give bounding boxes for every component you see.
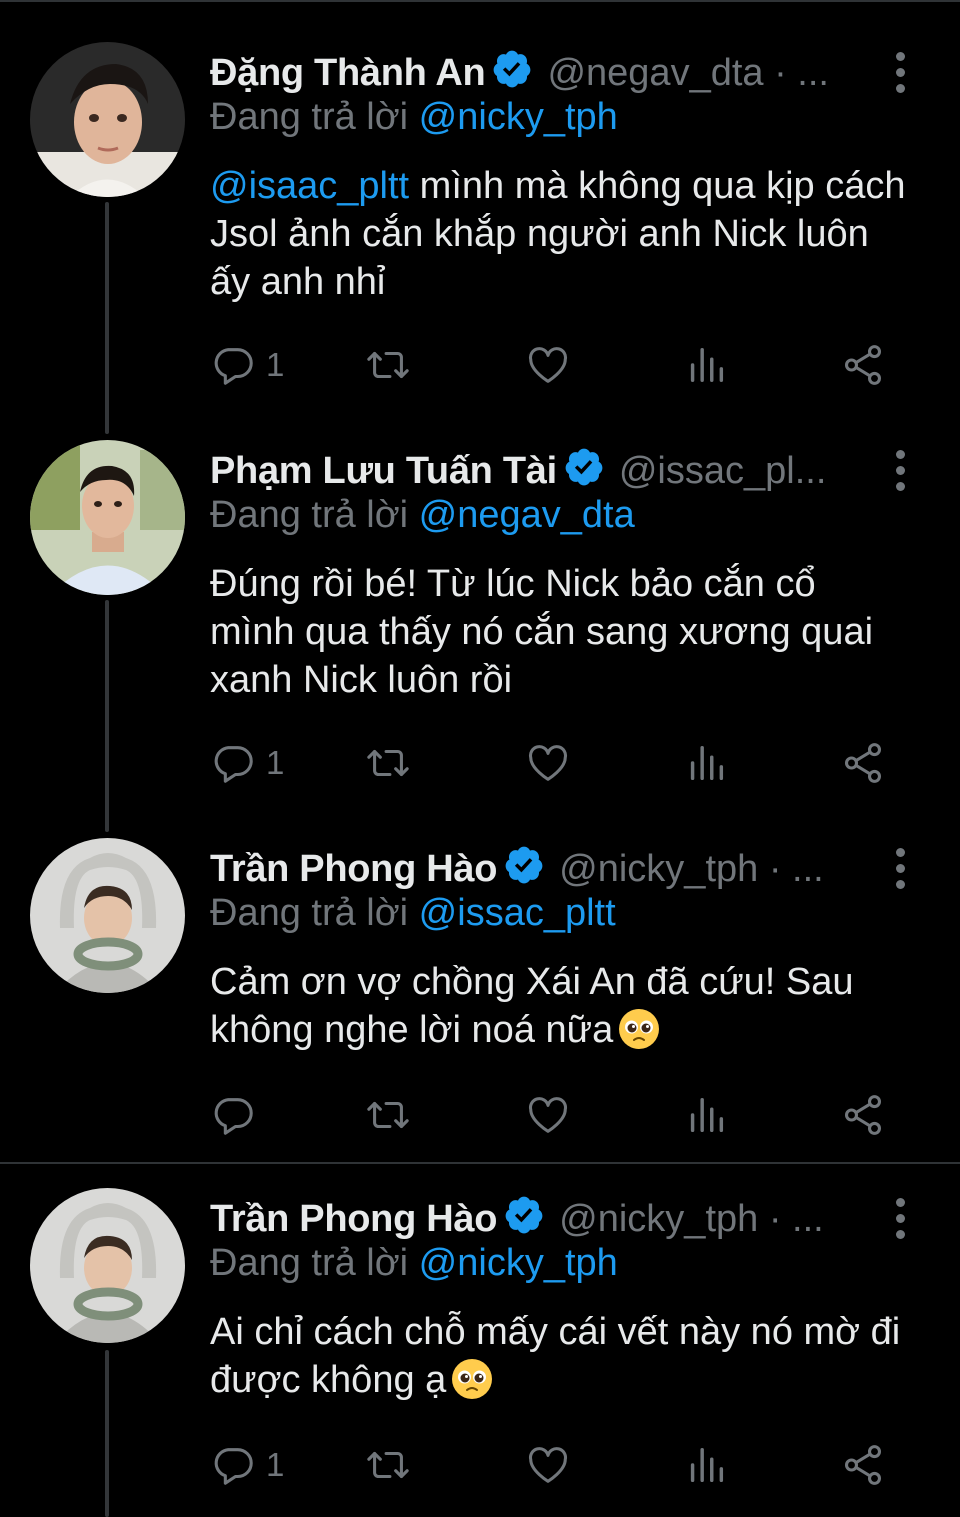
tweet[interactable]: Đặng Thành An @negav_dta · ... Đang trả l… — [0, 42, 960, 402]
user-handle[interactable]: @issac_pl... — [619, 450, 827, 492]
speech-bubble-icon — [214, 348, 253, 385]
tweet-text: Đúng rồi bé! Từ lúc Nick bảo cắn cổ mình… — [210, 560, 910, 704]
tweet-actions: 1 — [210, 340, 890, 390]
like-button[interactable] — [525, 1090, 571, 1140]
like-button[interactable] — [525, 340, 571, 390]
tweet-actions: 1 — [210, 738, 890, 788]
replying-to-label: Đang trả lời — [210, 1242, 409, 1284]
verified-badge-icon — [503, 844, 545, 886]
user-handle[interactable]: @negav_dta · ... — [547, 52, 829, 94]
speech-bubble-icon — [214, 746, 253, 783]
retweet-icon — [367, 1451, 409, 1479]
retweet-button[interactable] — [365, 738, 411, 788]
retweet-button[interactable] — [365, 1440, 411, 1490]
like-button[interactable] — [525, 1440, 571, 1490]
verified-badge-icon — [503, 1194, 545, 1236]
reply-to-mention[interactable]: @nicky_tph — [419, 96, 618, 138]
bar-chart-icon — [690, 347, 724, 383]
speech-bubble-icon — [214, 1448, 253, 1485]
more-vertical-icon[interactable] — [890, 1198, 910, 1246]
tweet-text-content: Cảm ơn vợ chồng Xái An đã cứu! Sau không… — [210, 961, 854, 1051]
replying-to-label: Đang trả lời — [210, 892, 409, 934]
heart-icon — [528, 347, 568, 383]
bar-chart-icon — [690, 1097, 724, 1133]
reply-to-mention[interactable]: @negav_dta — [419, 494, 635, 536]
share-button[interactable] — [840, 738, 886, 788]
share-button[interactable] — [840, 1440, 886, 1490]
more-vertical-icon[interactable] — [890, 450, 910, 498]
reply-count: 1 — [266, 1446, 285, 1483]
tweet-text-content: Ai chỉ cách chỗ mấy cái vết này nó mờ đi… — [210, 1311, 901, 1401]
thread-separator — [0, 1162, 960, 1164]
tweet-text-content: Đúng rồi bé! Từ lúc Nick bảo cắn cổ mình… — [210, 563, 874, 701]
reply-count: 1 — [266, 346, 285, 383]
replying-to: Đang trả lời @nicky_tph — [210, 96, 618, 139]
retweet-icon — [367, 749, 409, 777]
views-button[interactable] — [683, 1440, 729, 1490]
tweet-text: Cảm ơn vợ chồng Xái An đã cứu! Sau không… — [210, 958, 910, 1054]
more-vertical-icon[interactable] — [890, 52, 910, 100]
display-name[interactable]: Trần Phong Hào — [210, 1198, 497, 1240]
share-button[interactable] — [840, 1090, 886, 1140]
replying-to-label: Đang trả lời — [210, 96, 409, 138]
share-button[interactable] — [840, 340, 886, 390]
verified-badge-icon — [491, 48, 533, 90]
like-button[interactable] — [525, 738, 571, 788]
views-button[interactable] — [683, 738, 729, 788]
more-vertical-icon[interactable] — [890, 848, 910, 896]
tweet-text: @isaac_pltt mình mà không qua kịp cách J… — [210, 162, 910, 306]
display-name[interactable]: Trần Phong Hào — [210, 848, 497, 890]
retweet-button[interactable] — [365, 340, 411, 390]
bar-chart-icon — [690, 745, 724, 781]
share-icon — [844, 743, 882, 783]
display-name[interactable]: Đặng Thành An — [210, 52, 486, 94]
avatar[interactable] — [30, 1188, 185, 1343]
replying-to: Đang trả lời @negav_dta — [210, 494, 635, 537]
retweet-icon — [367, 351, 409, 379]
user-handle[interactable]: @nicky_tph · ... — [559, 1198, 824, 1240]
reply-button[interactable]: 1 — [210, 1440, 284, 1490]
reply-button[interactable] — [210, 1090, 266, 1140]
tweet-actions: 1 — [210, 1440, 890, 1490]
avatar[interactable] — [30, 838, 185, 993]
user-handle[interactable]: @nicky_tph · ... — [559, 848, 824, 890]
retweet-icon — [367, 1101, 409, 1129]
reply-button[interactable]: 1 — [210, 738, 284, 788]
retweet-button[interactable] — [365, 1090, 411, 1140]
heart-icon — [528, 1447, 568, 1483]
reply-count: 1 — [266, 744, 285, 781]
replying-to: Đang trả lời @issac_pltt — [210, 892, 616, 935]
pleading-face-emoji-icon — [617, 1007, 661, 1051]
pleading-face-emoji-icon — [450, 1357, 494, 1401]
views-button[interactable] — [683, 1090, 729, 1140]
avatar[interactable] — [30, 440, 185, 595]
avatar[interactable] — [30, 42, 185, 197]
heart-icon — [528, 1097, 568, 1133]
text-mention[interactable]: @isaac_pltt — [210, 165, 409, 207]
replying-to-label: Đang trả lời — [210, 494, 409, 536]
reply-button[interactable]: 1 — [210, 340, 284, 390]
display-name[interactable]: Phạm Lưu Tuấn Tài — [210, 450, 557, 492]
top-divider — [0, 0, 960, 2]
views-button[interactable] — [683, 340, 729, 390]
reply-to-mention[interactable]: @issac_pltt — [419, 892, 616, 934]
share-icon — [844, 1445, 882, 1485]
share-icon — [844, 1095, 882, 1135]
reply-to-mention[interactable]: @nicky_tph — [419, 1242, 618, 1284]
replying-to: Đang trả lời @nicky_tph — [210, 1242, 618, 1285]
share-icon — [844, 345, 882, 385]
tweet[interactable]: Trần Phong Hào @nicky_tph · ... Đang trả … — [0, 838, 960, 1148]
verified-badge-icon — [563, 446, 605, 488]
heart-icon — [528, 745, 568, 781]
tweet[interactable]: Phạm Lưu Tuấn Tài @issac_pl... Đang trả l… — [0, 440, 960, 800]
tweet-text: Ai chỉ cách chỗ mấy cái vết này nó mờ đi… — [210, 1308, 910, 1404]
bar-chart-icon — [690, 1447, 724, 1483]
tweet[interactable]: Trần Phong Hào @nicky_tph · ... Đang trả … — [0, 1188, 960, 1517]
speech-bubble-icon — [214, 1098, 253, 1135]
tweet-actions — [210, 1090, 890, 1140]
